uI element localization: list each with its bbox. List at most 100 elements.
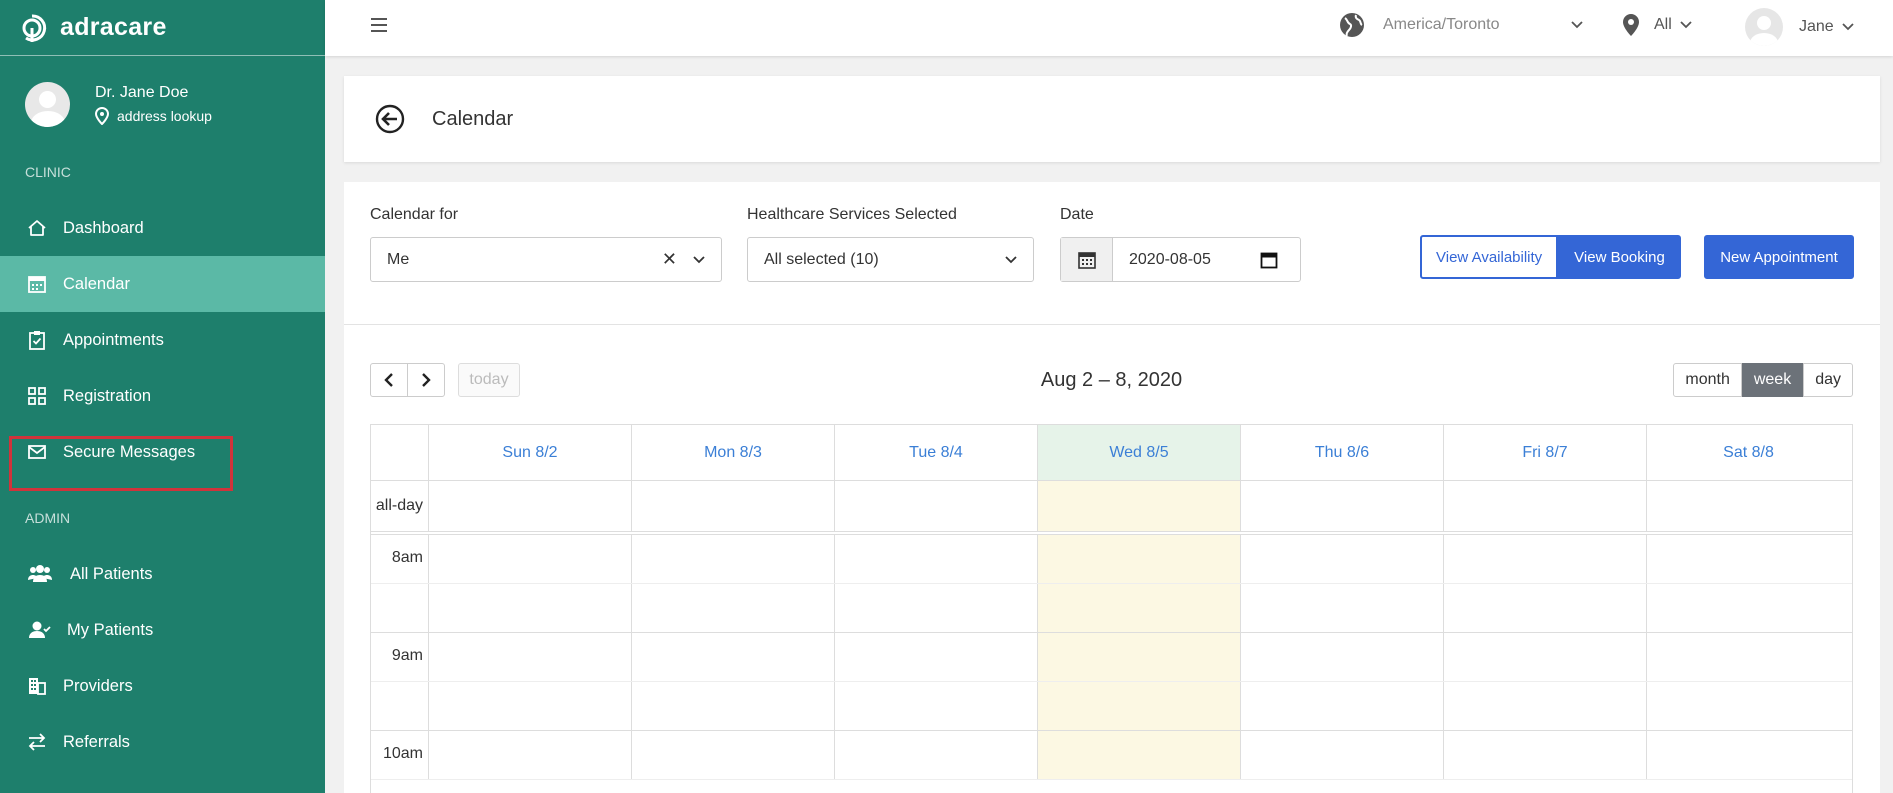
calendar-for-select[interactable]: Me ✕ <box>370 237 722 282</box>
time-slot-today[interactable] <box>1038 633 1241 681</box>
avatar[interactable] <box>25 81 70 127</box>
time-slot[interactable] <box>429 633 632 681</box>
sidebar: adracare Dr. Jane Doe address lookup CLI… <box>0 0 325 793</box>
time-slot[interactable] <box>1647 584 1850 632</box>
location-value: All <box>1654 16 1672 33</box>
day-header-sat[interactable]: Sat 8/8 <box>1647 425 1850 480</box>
time-slot[interactable] <box>429 731 632 779</box>
next-week-button[interactable] <box>407 363 445 397</box>
time-label-9am: 9am <box>371 633 429 681</box>
time-slot-today[interactable] <box>1038 535 1241 583</box>
day-header-fri[interactable]: Fri 8/7 <box>1444 425 1647 480</box>
brand-name: adracare <box>60 13 167 41</box>
all-day-cell[interactable] <box>835 481 1038 531</box>
time-slot[interactable] <box>632 535 835 583</box>
time-slot[interactable] <box>1647 682 1850 730</box>
all-day-cell[interactable] <box>1444 481 1647 531</box>
day-header-wed[interactable]: Wed 8/5 <box>1038 425 1241 480</box>
time-slot[interactable] <box>632 584 835 632</box>
sidebar-item-registration[interactable]: Registration <box>0 368 325 424</box>
sidebar-item-label: All Patients <box>70 564 153 583</box>
back-arrow-icon[interactable] <box>375 104 405 134</box>
sidebar-item-label: Referrals <box>63 732 130 751</box>
users-icon <box>25 562 55 586</box>
new-appointment-button[interactable]: New Appointment <box>1704 235 1854 279</box>
day-header-mon[interactable]: Mon 8/3 <box>632 425 835 480</box>
all-day-cell[interactable] <box>429 481 632 531</box>
day-view-button[interactable]: day <box>1803 363 1853 397</box>
all-day-cell[interactable] <box>1241 481 1444 531</box>
time-slot-today[interactable] <box>1038 682 1241 730</box>
prev-week-button[interactable] <box>370 363 408 397</box>
sidebar-item-my-patients[interactable]: My Patients <box>0 602 325 658</box>
time-slot-row-930am <box>371 682 1852 731</box>
clear-icon[interactable]: ✕ <box>662 249 677 270</box>
time-slot[interactable] <box>632 731 835 779</box>
date-picker-icon[interactable] <box>1260 251 1278 269</box>
time-slot[interactable] <box>1241 535 1444 583</box>
location-select[interactable]: All <box>1622 13 1692 37</box>
view-booking-button[interactable]: View Booking <box>1558 235 1681 279</box>
time-slot[interactable] <box>1241 682 1444 730</box>
view-availability-button[interactable]: View Availability <box>1420 235 1559 279</box>
time-slot[interactable] <box>1444 584 1647 632</box>
time-slot[interactable] <box>632 682 835 730</box>
month-view-button[interactable]: month <box>1673 363 1742 397</box>
services-select[interactable]: All selected (10) <box>747 237 1034 282</box>
sidebar-item-referrals[interactable]: Referrals <box>0 714 325 770</box>
week-view-button[interactable]: week <box>1741 363 1804 397</box>
chevron-down-icon <box>1005 255 1017 263</box>
page-header: Calendar <box>344 76 1880 162</box>
time-slot[interactable] <box>1444 633 1647 681</box>
time-slot[interactable] <box>835 535 1038 583</box>
all-day-cell[interactable] <box>1647 481 1850 531</box>
time-slot[interactable] <box>429 584 632 632</box>
sidebar-item-label: My Patients <box>67 620 154 639</box>
sidebar-item-providers[interactable]: Providers <box>0 658 325 714</box>
sidebar-item-calendar[interactable]: Calendar <box>0 256 325 312</box>
time-slot[interactable] <box>835 682 1038 730</box>
address-lookup-link[interactable]: address lookup <box>95 106 212 125</box>
time-slot[interactable] <box>1241 731 1444 779</box>
day-header-tue[interactable]: Tue 8/4 <box>835 425 1038 480</box>
time-slot[interactable] <box>1647 633 1850 681</box>
sidebar-item-dashboard[interactable]: Dashboard <box>0 200 325 256</box>
time-slot[interactable] <box>835 731 1038 779</box>
time-label-empty <box>371 584 429 632</box>
time-slot[interactable] <box>835 633 1038 681</box>
date-field[interactable]: 2020-08-05 <box>1060 237 1301 282</box>
time-slot[interactable] <box>429 682 632 730</box>
time-slot-today[interactable] <box>1038 731 1241 779</box>
time-slot[interactable] <box>1241 633 1444 681</box>
time-slot[interactable] <box>1444 535 1647 583</box>
calendar-for-value: Me <box>387 250 410 268</box>
day-header-sun[interactable]: Sun 8/2 <box>429 425 632 480</box>
timezone-select[interactable]: America/Toronto <box>1339 12 1583 38</box>
time-slot[interactable] <box>1647 535 1850 583</box>
time-slot[interactable] <box>1647 731 1850 779</box>
time-slot[interactable] <box>632 633 835 681</box>
avatar <box>1745 8 1783 46</box>
time-slot-today[interactable] <box>1038 584 1241 632</box>
time-slot[interactable] <box>835 584 1038 632</box>
time-slot[interactable] <box>1444 682 1647 730</box>
sidebar-item-all-patients[interactable]: All Patients <box>0 546 325 602</box>
calendar-toolbar: today Aug 2 – 8, 2020 month week day <box>370 363 1853 399</box>
all-day-label: all-day <box>371 481 429 531</box>
time-slot-row-10am: 10am <box>371 731 1852 780</box>
user-menu[interactable]: Jane <box>1745 8 1854 46</box>
all-day-cell[interactable] <box>632 481 835 531</box>
today-button[interactable]: today <box>458 363 520 397</box>
brand[interactable]: adracare <box>0 0 325 56</box>
sidebar-item-secure-messages[interactable]: Secure Messages <box>0 424 325 480</box>
day-header-thu[interactable]: Thu 8/6 <box>1241 425 1444 480</box>
all-day-cell-today[interactable] <box>1038 481 1241 531</box>
hamburger-menu-icon[interactable] <box>371 18 387 36</box>
time-slot[interactable] <box>1241 584 1444 632</box>
time-slot[interactable] <box>1444 731 1647 779</box>
time-slot[interactable] <box>429 535 632 583</box>
sidebar-item-appointments[interactable]: Appointments <box>0 312 325 368</box>
exchange-icon <box>25 730 49 754</box>
chevron-right-icon <box>422 373 431 387</box>
adracare-logo-icon <box>22 13 47 42</box>
